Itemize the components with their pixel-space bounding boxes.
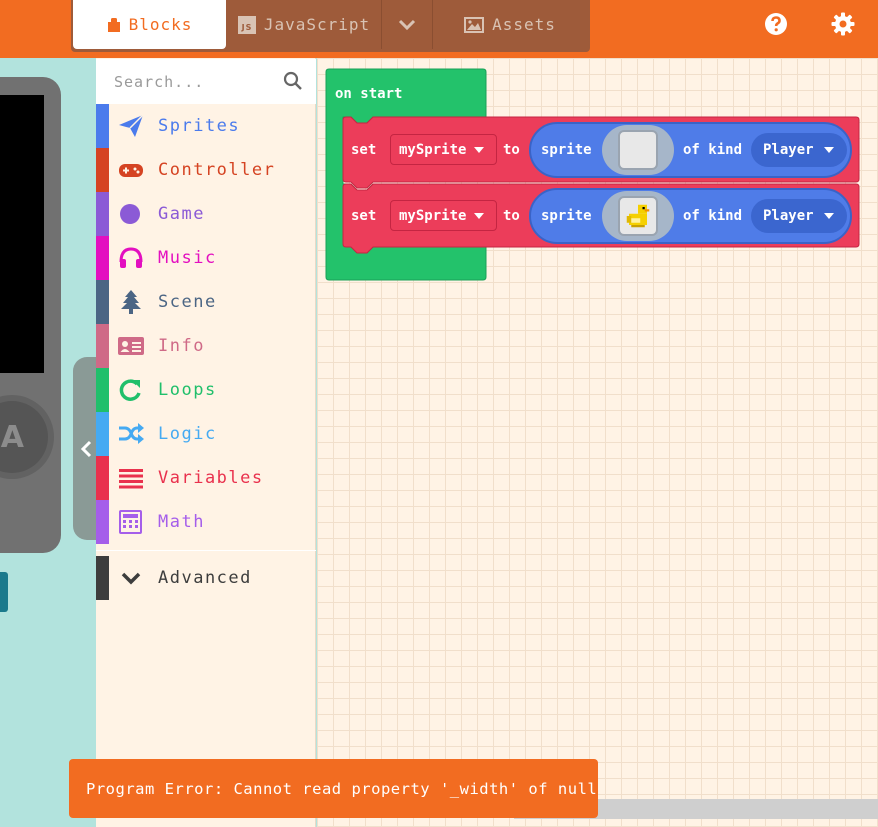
duck-sprite-image [618,196,658,236]
category-label: Logic [158,424,217,444]
error-message: Program Error: Cannot read property '_wi… [86,779,598,798]
caret-down-icon [823,147,834,153]
category-label: Advanced [158,568,252,588]
sprite-keyword: sprite [541,208,592,224]
category-game[interactable]: Game [96,192,316,236]
search-icon[interactable] [283,71,303,91]
circle-icon [120,204,140,224]
chevron-down-icon [398,19,416,30]
category-color-bar [96,236,109,280]
simulator-a-label: A [0,401,48,473]
tab-javascript-label: JavaScript [263,15,371,34]
tab-blocks-label: Blocks [128,15,193,34]
kind-dropdown[interactable]: Player [751,199,847,233]
category-label: Music [158,248,217,268]
js-badge-text: JS [240,23,252,32]
caret-down-icon [823,213,834,219]
category-label: Info [158,336,205,356]
image-icon [464,16,485,33]
id-card-icon [118,337,144,355]
caret-down-icon [474,212,485,219]
calculator-icon [119,510,142,534]
variable-dropdown[interactable]: mySprite [390,134,497,165]
category-color-bar [96,412,109,456]
refresh-icon [119,379,141,401]
category-controller[interactable]: Controller [96,148,316,192]
category-color-bar [96,456,109,500]
category-variables[interactable]: Variables [96,456,316,500]
paper-plane-icon [119,114,144,137]
category-label: Loops [158,380,217,400]
category-color-bar [96,324,109,368]
chevron-left-icon [80,440,92,457]
category-logic[interactable]: Logic [96,412,316,456]
top-menu-bar: Blocks JS JavaScript Assets [0,0,878,58]
category-scene[interactable]: Scene [96,280,316,324]
list-icon [119,469,143,489]
tab-blocks[interactable]: Blocks [73,0,226,49]
sprite-image-picker[interactable] [602,125,674,175]
kind-name: Player [763,142,814,158]
settings-gear-icon[interactable] [831,12,855,36]
headphones-icon [119,247,143,268]
tab-javascript[interactable]: JS JavaScript [229,0,379,49]
gamepad-icon [119,164,143,177]
set-keyword: set [351,142,377,158]
simulator-toolbar-button[interactable] [0,572,8,612]
category-color-bar [96,104,109,148]
variable-name: mySprite [399,141,467,158]
js-file-icon: JS [237,15,256,34]
category-color-bar [96,368,109,412]
kind-name: Player [763,208,814,224]
blocks-workspace[interactable]: on start set mySprite to sprite of kind … [317,58,878,827]
to-keyword: to [503,142,520,158]
category-color-bar [96,556,109,600]
of-kind-keyword: of kind [683,208,743,224]
category-color-bar [96,192,109,236]
caret-down-icon [474,146,485,153]
puzzle-icon [107,17,120,32]
kind-dropdown[interactable]: Player [751,133,847,167]
on-start-label: on start [335,86,403,102]
category-color-bar [96,148,109,192]
category-label: Game [158,204,205,224]
category-label: Sprites [158,116,241,136]
category-color-bar [96,280,109,324]
category-label: Scene [158,292,217,312]
set-keyword: set [351,208,377,224]
shuffle-icon [119,423,144,444]
game-simulator: A [0,77,61,553]
editor-tab-group: Blocks JS JavaScript Assets [71,0,590,52]
tab-assets[interactable]: Assets [435,0,585,49]
category-color-bar [96,500,109,544]
chevron-down-icon [121,572,141,585]
category-advanced[interactable]: Advanced [96,556,316,600]
language-dropdown-button[interactable] [381,0,433,49]
category-sprites[interactable]: Sprites [96,104,316,148]
category-loops[interactable]: Loops [96,368,316,412]
category-info[interactable]: Info [96,324,316,368]
simulator-screen[interactable] [0,95,44,373]
sprite-keyword: sprite [541,142,592,158]
blank-sprite-image [618,130,658,170]
tab-assets-label: Assets [492,15,556,34]
category-math[interactable]: Math [96,500,316,544]
category-music[interactable]: Music [96,236,316,280]
tree-icon [121,290,141,314]
blocks-toolbox: Sprites Controller Game Music [96,58,316,827]
of-kind-keyword: of kind [683,142,743,158]
sprite-image-picker[interactable] [602,191,674,241]
variable-dropdown[interactable]: mySprite [390,200,497,231]
category-label: Math [158,512,205,532]
program-error-toast: Program Error: Cannot read property '_wi… [69,759,598,818]
to-keyword: to [503,208,520,224]
simulator-a-button[interactable]: A [0,395,54,479]
variable-name: mySprite [399,207,467,224]
category-label: Controller [158,160,276,180]
category-label: Variables [158,468,264,488]
help-icon[interactable] [764,12,788,36]
toolbox-divider [96,550,316,551]
